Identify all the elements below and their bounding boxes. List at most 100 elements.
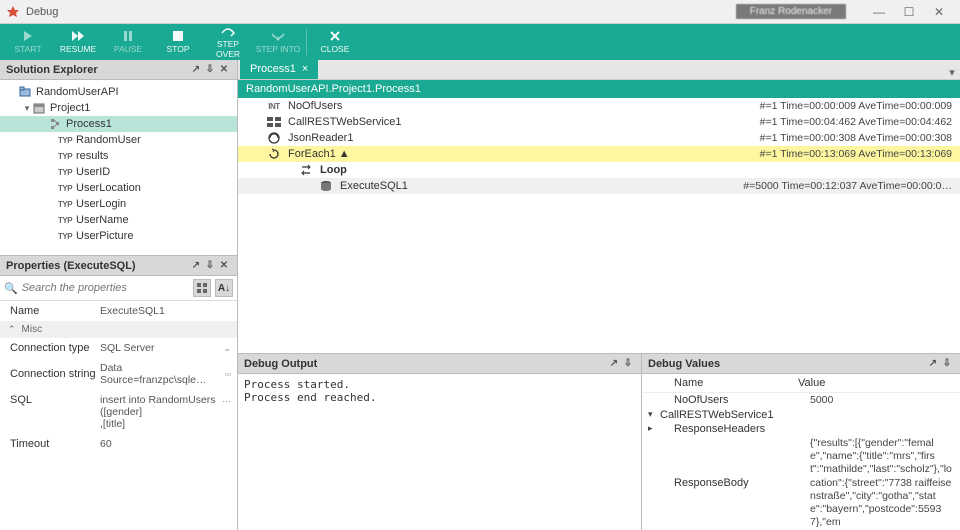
- step-foreach[interactable]: ForEach1 ▲ #=1 Time=00:13:069 AveTime=00…: [238, 146, 960, 162]
- value-value: {"results":[{"gender":"female","name":{"…: [810, 437, 954, 529]
- value-row-noofusers[interactable]: NoOfUsers 5000: [642, 393, 960, 408]
- step-callrest[interactable]: CallRESTWebService1 #=1 Time=00:04:462 A…: [238, 114, 960, 130]
- tree-label: UserLocation: [76, 182, 141, 194]
- tree-label: RandomUserAPI: [36, 86, 119, 98]
- step-executesql[interactable]: ExecuteSQL1 #=5000 Time=00:12:037 AveTim…: [238, 178, 960, 194]
- pop-out-icon[interactable]: ↗: [926, 358, 940, 369]
- debug-values-header: Debug Values ↗ ⇩: [642, 354, 960, 374]
- editor-empty-area: [238, 194, 960, 353]
- pause-label: PAUSE: [114, 44, 142, 54]
- pause-button[interactable]: PAUSE: [104, 25, 152, 59]
- maximize-button[interactable]: ☐: [894, 5, 924, 19]
- property-name: Timeout: [10, 438, 100, 450]
- dropdown-icon[interactable]: ⌄: [223, 343, 231, 354]
- tree-item-type[interactable]: TYPresults: [0, 148, 237, 164]
- collapse-icon[interactable]: ▾: [22, 103, 32, 114]
- close-button[interactable]: CLOSE: [311, 25, 359, 59]
- collapse-icon[interactable]: ⌃: [8, 324, 16, 335]
- pop-out-icon[interactable]: ↗: [189, 260, 203, 271]
- minimize-button[interactable]: —: [864, 5, 894, 19]
- step-label: CallRESTWebService1: [288, 116, 760, 128]
- titlebar: Debug Franz Rodenacker — ☐ ✕: [0, 0, 960, 24]
- edit-icon[interactable]: …: [222, 394, 231, 404]
- window-title: Debug: [26, 6, 736, 18]
- step-over-button[interactable]: STEP OVER: [204, 25, 252, 59]
- solution-icon: [18, 85, 32, 99]
- property-row-name[interactable]: Name ExecuteSQL1: [0, 301, 237, 321]
- editor-tabstrip: Process1 × ▾: [238, 60, 960, 80]
- step-noofusers[interactable]: INT NoOfUsers #=1 Time=00:00:009 AveTime…: [238, 98, 960, 114]
- start-button[interactable]: START: [4, 25, 52, 59]
- tree-item-type[interactable]: TYPUserID: [0, 164, 237, 180]
- pop-out-icon[interactable]: ↗: [189, 64, 203, 75]
- tab-process1[interactable]: Process1 ×: [240, 59, 318, 79]
- stop-button[interactable]: STOP: [154, 25, 202, 59]
- resume-button[interactable]: RESUME: [54, 25, 102, 59]
- group-label: Misc: [22, 324, 43, 335]
- step-loop[interactable]: Loop: [238, 162, 960, 178]
- properties-search-input[interactable]: [22, 282, 189, 294]
- step-into-button[interactable]: STEP INTO: [254, 25, 302, 59]
- tree-item-type[interactable]: TYPUserLogin: [0, 196, 237, 212]
- breadcrumb[interactable]: RandomUserAPI.Project1.Process1: [238, 80, 960, 98]
- debug-output-panel: Debug Output ↗ ⇩ Process started. Proces…: [238, 354, 642, 530]
- property-row-timeout[interactable]: Timeout 60: [0, 434, 237, 454]
- step-label: Loop: [320, 164, 952, 176]
- sort-button[interactable]: A↓: [215, 279, 233, 297]
- tree-item-project[interactable]: ▾ Project1: [0, 100, 237, 116]
- pin-icon[interactable]: ⇩: [940, 358, 954, 369]
- pop-out-icon[interactable]: ↗: [607, 358, 621, 369]
- expand-icon[interactable]: ▸: [648, 423, 660, 434]
- pin-icon[interactable]: ⇩: [203, 260, 217, 271]
- value-name: ResponseHeaders: [660, 423, 810, 435]
- json-icon: [266, 131, 282, 145]
- tree-item-type[interactable]: TYPUserName: [0, 212, 237, 228]
- debug-output-text[interactable]: Process started. Process end reached.: [238, 374, 641, 530]
- debug-values-panel: Debug Values ↗ ⇩ Name Value NoOfUsers 50…: [642, 354, 960, 530]
- property-value[interactable]: SQL Server: [100, 342, 219, 354]
- tree-label: UserPicture: [76, 230, 133, 242]
- step-timing: #=1 Time=00:00:009 AveTime=00:00:009: [760, 100, 952, 112]
- close-window-button[interactable]: ✕: [924, 5, 954, 19]
- type-icon: TYP: [58, 197, 72, 211]
- panel-close-icon[interactable]: ✕: [217, 260, 231, 271]
- column-value: Value: [798, 377, 954, 389]
- project-icon: [32, 101, 46, 115]
- tree-item-type[interactable]: TYPRandomUser: [0, 132, 237, 148]
- tree-item-type[interactable]: TYPUserPicture: [0, 228, 237, 244]
- tree-item-type[interactable]: TYPUserLocation: [0, 180, 237, 196]
- start-label: START: [14, 44, 41, 54]
- tree-item-solution[interactable]: RandomUserAPI: [0, 84, 237, 100]
- tab-menu-icon[interactable]: ▾: [944, 66, 960, 79]
- step-jsonreader[interactable]: JsonReader1 #=1 Time=00:00:308 AveTime=0…: [238, 130, 960, 146]
- property-row-sql[interactable]: SQL insert into RandomUsers ([gender] ,[…: [0, 390, 237, 434]
- categorize-button[interactable]: [193, 279, 211, 297]
- value-row-responseheaders[interactable]: ▸ ResponseHeaders: [642, 422, 960, 436]
- tab-label: Process1: [250, 63, 296, 75]
- pin-icon[interactable]: ⇩: [203, 64, 217, 75]
- type-icon: TYP: [58, 213, 72, 227]
- edit-icon[interactable]: ▫▫: [225, 369, 231, 379]
- column-name: Name: [648, 377, 798, 389]
- user-badge: Franz Rodenacker: [736, 4, 846, 19]
- value-row-callrest[interactable]: ▾ CallRESTWebService1: [642, 408, 960, 422]
- value-row-responsebody[interactable]: ResponseBody {"results":[{"gender":"fema…: [642, 436, 960, 530]
- property-value[interactable]: Data Source=franzpc\sqle…: [100, 362, 221, 386]
- type-icon: TYP: [58, 133, 72, 147]
- tree-label: UserID: [76, 166, 110, 178]
- tab-close-icon[interactable]: ×: [302, 63, 308, 75]
- property-value[interactable]: insert into RandomUsers ([gender] ,[titl…: [100, 394, 218, 430]
- collapse-icon[interactable]: ▾: [648, 409, 660, 420]
- property-row-connection-string[interactable]: Connection string Data Source=franzpc\sq…: [0, 358, 237, 390]
- panel-close-icon[interactable]: ✕: [217, 64, 231, 75]
- property-name: SQL: [10, 394, 100, 406]
- pin-icon[interactable]: ⇩: [621, 358, 635, 369]
- explorer-tree: RandomUserAPI ▾ Project1 Process1 TYPRan…: [0, 80, 237, 248]
- value-name: ResponseBody: [660, 477, 810, 489]
- property-row-connection-type[interactable]: Connection type SQL Server ⌄: [0, 338, 237, 358]
- tree-item-process[interactable]: Process1: [0, 116, 237, 132]
- property-value[interactable]: ExecuteSQL1: [100, 305, 231, 317]
- property-value[interactable]: 60: [100, 438, 231, 450]
- property-group-misc[interactable]: ⌃ Misc: [0, 321, 237, 338]
- loop-icon: [298, 163, 314, 177]
